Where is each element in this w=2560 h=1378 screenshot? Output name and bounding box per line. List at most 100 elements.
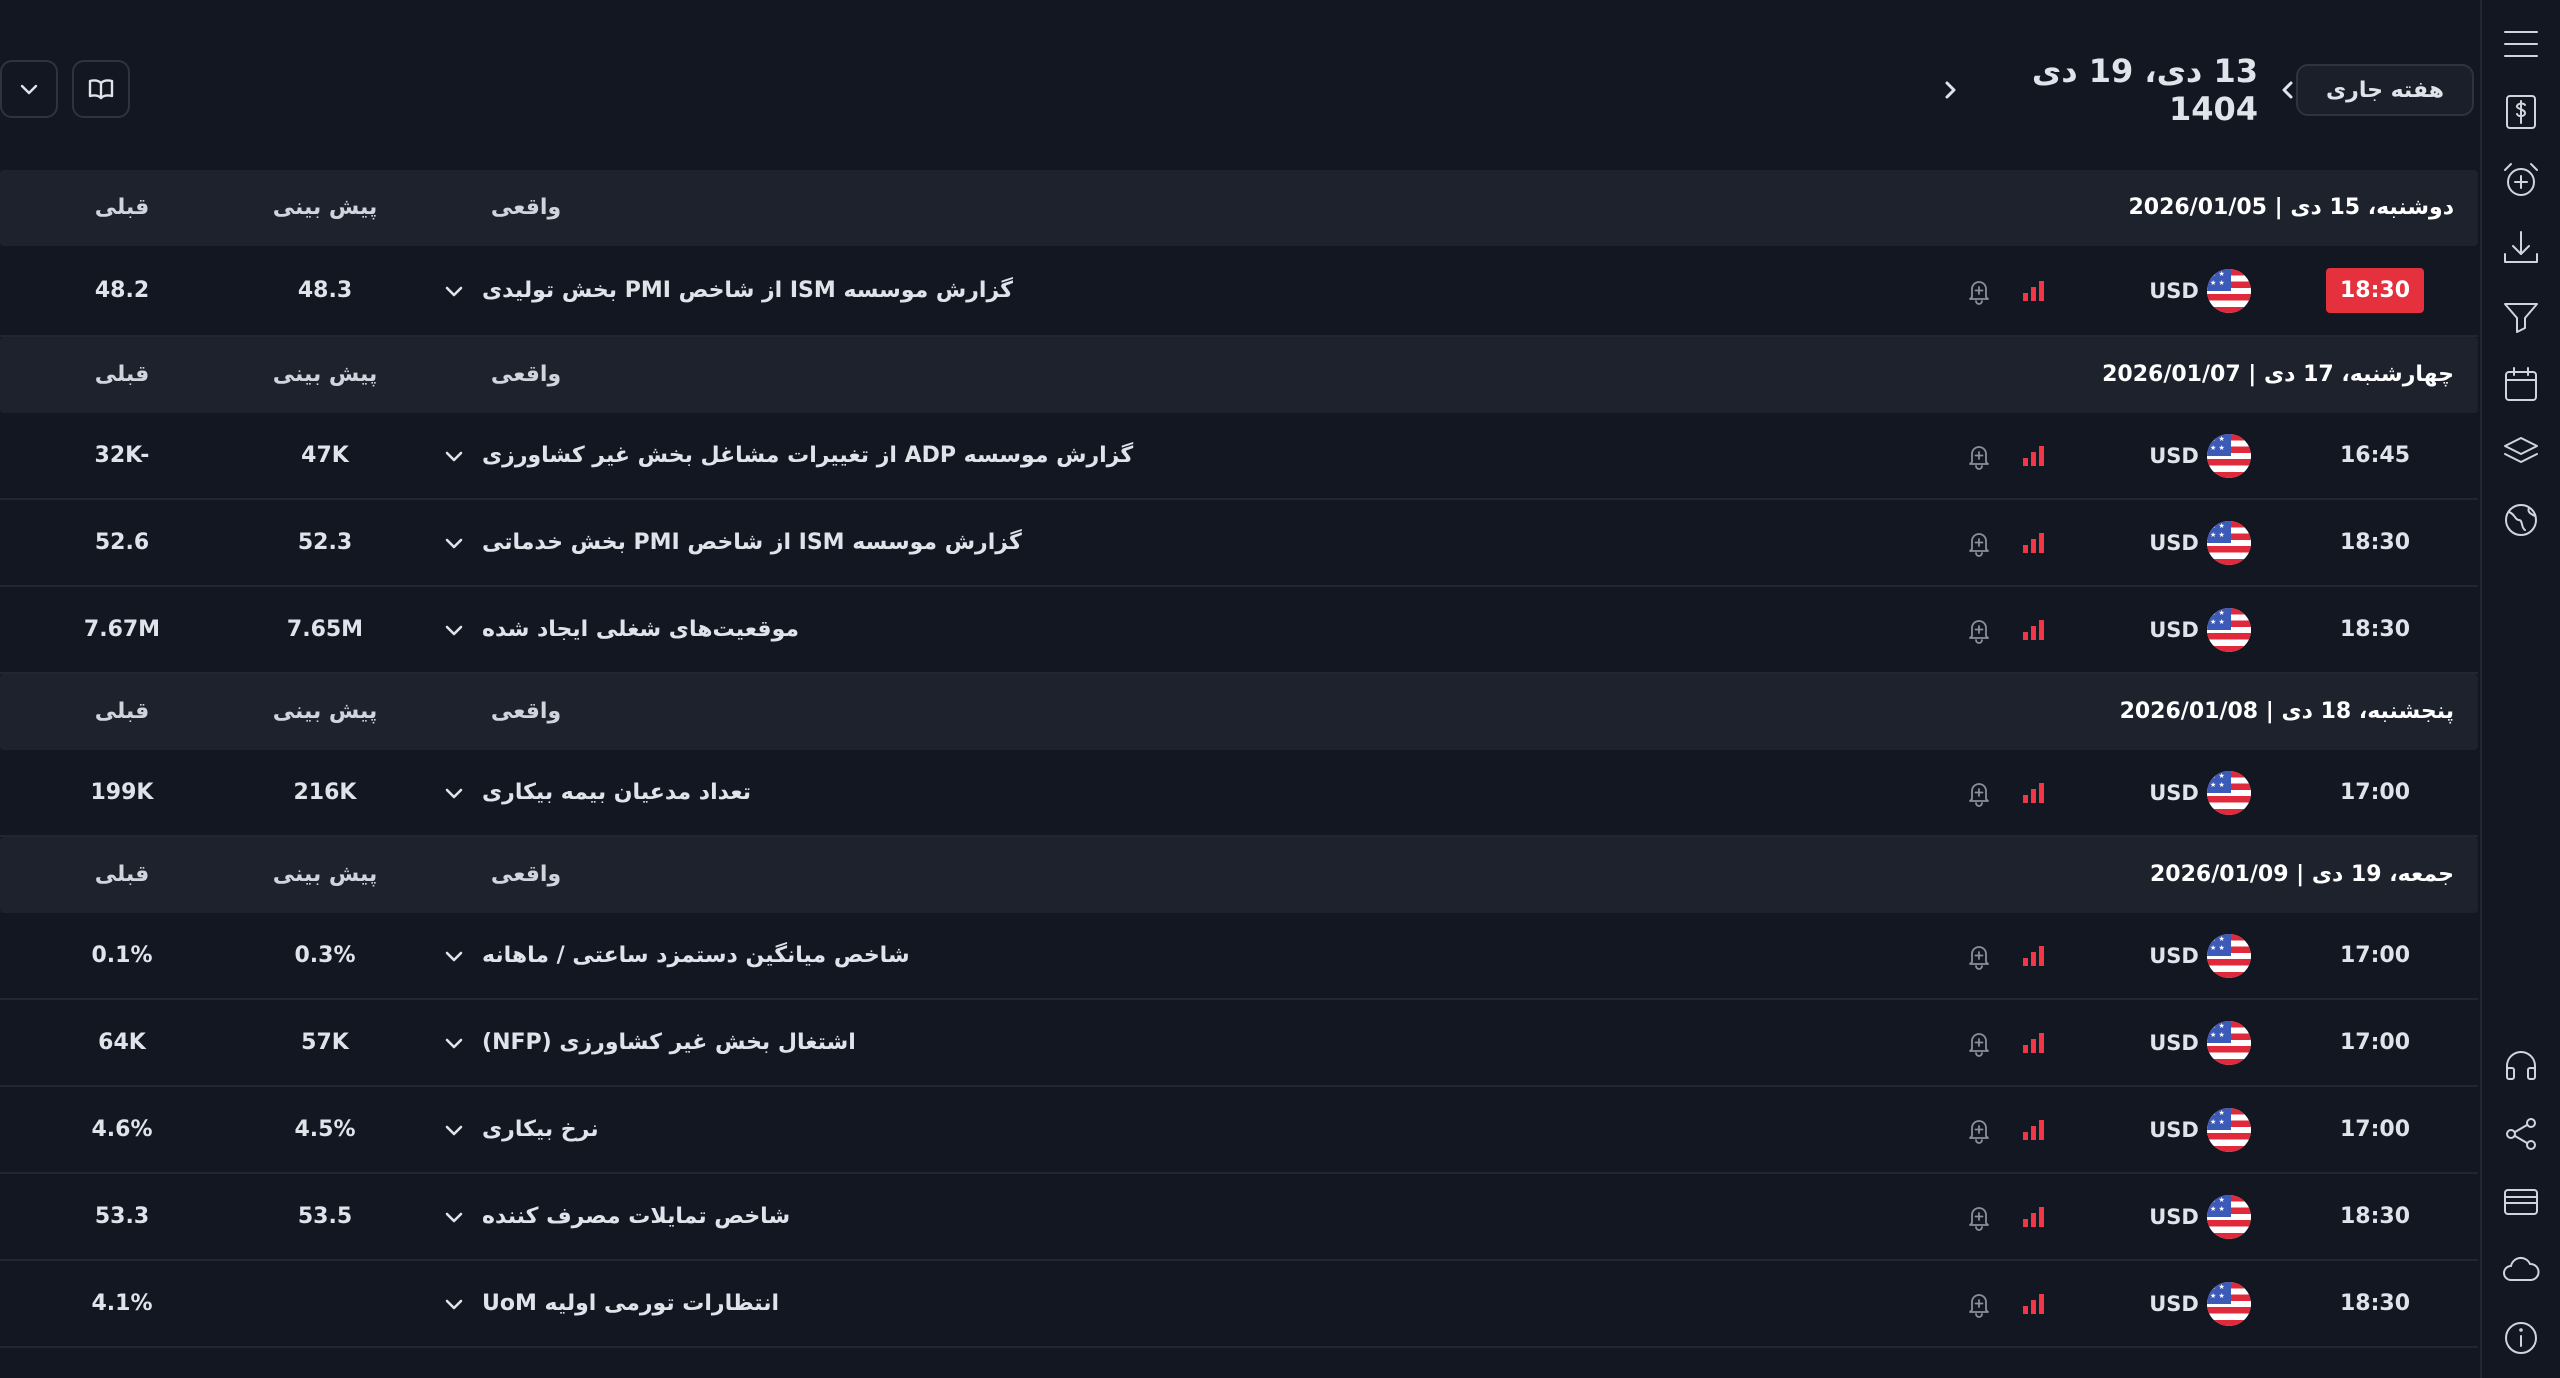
column-header-actual: واقعی	[490, 699, 562, 724]
guide-button[interactable]	[72, 60, 130, 118]
forecast-value: 57K	[301, 1030, 349, 1055]
event-name-cell[interactable]: موقعیت‌های شغلی ایجاد شده	[440, 587, 1940, 672]
us-flag-icon	[2206, 750, 2252, 835]
download-icon[interactable]	[2493, 220, 2549, 276]
event-time: 17:00	[2339, 943, 2411, 968]
column-header-actual: واقعی	[490, 195, 562, 220]
event-name-cell[interactable]: شاخص تمایلات مصرف کننده	[440, 1174, 1940, 1259]
chevron-down-icon[interactable]	[440, 779, 468, 807]
event-time: 18:30	[2339, 1291, 2411, 1316]
us-flag-icon	[2206, 1174, 2252, 1259]
chevron-down-icon[interactable]	[440, 1029, 468, 1057]
bell-add-icon[interactable]	[1962, 500, 1996, 585]
actual-value	[466, 1087, 586, 1172]
chevron-down-icon[interactable]	[440, 1290, 468, 1318]
chevron-down-icon[interactable]	[440, 442, 468, 470]
previous-value: 4.6%	[91, 1117, 153, 1142]
bell-add-icon[interactable]	[1962, 913, 1996, 998]
cloud-icon[interactable]	[2493, 1242, 2549, 1298]
event-time: 17:00	[2339, 1117, 2411, 1142]
share-icon[interactable]	[2493, 1106, 2549, 1162]
day-title: پنجشنبه، 18 دی | 2026/01/08	[2119, 699, 2454, 724]
event-row[interactable]: 16:45 USD گزارش موسسه ADP از تغییرات مشاغل…	[0, 413, 2478, 500]
column-header-previous: قبلی	[94, 195, 150, 220]
importance-bars-icon	[2020, 500, 2046, 585]
forecast-value: 52.3	[297, 530, 353, 555]
us-flag-icon	[2206, 587, 2252, 672]
chevron-down-icon[interactable]	[440, 616, 468, 644]
event-row[interactable]: 18:30 USD انتظارات تورمی اولیه UoM 4.1%	[0, 1261, 2478, 1348]
event-time: 17:00	[2339, 1030, 2411, 1055]
event-row[interactable]: 18:30 USD گزارش موسسه ISM از شاخص PMI بخش …	[0, 500, 2478, 587]
chevron-down-icon[interactable]	[440, 277, 468, 305]
event-row[interactable]: 18:30 USD شاخص تمایلات مصرف کننده 53.5 53.3	[0, 1174, 2478, 1261]
event-name-cell[interactable]: انتظارات تورمی اولیه UoM	[440, 1261, 1940, 1346]
event-time: 18:30	[2339, 617, 2411, 642]
event-time: 17:00	[2339, 780, 2411, 805]
bell-add-icon[interactable]	[1962, 1174, 1996, 1259]
event-name-cell[interactable]: شاخص میانگین دستمزد ساعتی / ماهانه	[440, 913, 1940, 998]
actual-value	[466, 913, 586, 998]
event-row[interactable]: 17:00 USD شاخص میانگین دستمزد ساعتی / ماها…	[0, 913, 2478, 1000]
event-row[interactable]: 18:30 USD موقعیت‌های شغلی ایجاد شده 7.65M 7.…	[0, 587, 2478, 674]
book-icon	[88, 79, 114, 100]
chevron-down-icon[interactable]	[440, 529, 468, 557]
forecast-value	[260, 1261, 390, 1346]
day-title: چهارشنبه، 17 دی | 2026/01/07	[2102, 362, 2454, 387]
event-time-cell: 18:30	[2310, 500, 2440, 585]
event-time: 18:30	[2339, 1204, 2411, 1229]
event-row[interactable]: 17:00 USD نرخ بیکاری 4.5% 4.6%	[0, 1087, 2478, 1174]
us-flag-icon	[2206, 1261, 2252, 1346]
event-name-cell[interactable]: گزارش موسسه ISM از شاخص PMI بخش خدماتی	[440, 500, 1940, 585]
layers-icon[interactable]	[2493, 424, 2549, 480]
actual-value	[466, 1174, 586, 1259]
previous-value: 64K	[98, 1030, 146, 1055]
bell-add-icon[interactable]	[1962, 1261, 1996, 1346]
importance-bars-icon	[2020, 587, 2046, 672]
day-header: پنجشنبه، 18 دی | 2026/01/08 واقعی پیش بینی…	[0, 674, 2478, 750]
dropdown-button[interactable]	[0, 60, 58, 118]
event-name-cell[interactable]: نرخ بیکاری	[440, 1087, 1940, 1172]
calendar-icon[interactable]	[2493, 356, 2549, 412]
column-header-previous: قبلی	[94, 362, 150, 387]
current-week-button[interactable]: هفته جاری	[2295, 64, 2474, 116]
currency-code: USD	[2149, 943, 2199, 968]
event-row[interactable]: 17:00 USD تعداد مدعیان بیمه بیکاری 216K 199K	[0, 750, 2478, 837]
calendar-main: 13 دی، 19 دی 1404 هفته جاری دوشنبه، 15 د…	[0, 0, 2478, 1378]
right-sidebar	[2480, 0, 2560, 1378]
event-row[interactable]: 17:00 USD اشتغال بخش غیر کشاورزی (NFP) 57K 6…	[0, 1000, 2478, 1087]
currency-code: USD	[2149, 1204, 2199, 1229]
bell-add-icon[interactable]	[1962, 246, 1996, 335]
event-name-cell[interactable]: تعداد مدعیان بیمه بیکاری	[440, 750, 1940, 835]
previous-value: 199K	[90, 780, 154, 805]
event-row[interactable]: 18:30 USD گزارش موسسه ISM از شاخص PMI بخش …	[0, 246, 2478, 337]
menu-icon[interactable]	[2493, 16, 2549, 72]
event-name-cell[interactable]: اشتغال بخش غیر کشاورزی (NFP)	[440, 1000, 1940, 1085]
column-header-forecast: پیش بینی	[272, 195, 378, 220]
globe-icon[interactable]	[2493, 492, 2549, 548]
previous-value: 32K-	[94, 443, 150, 468]
currency-code: USD	[2149, 443, 2199, 468]
filter-icon[interactable]	[2493, 288, 2549, 344]
chevron-down-icon[interactable]	[440, 942, 468, 970]
event-name-cell[interactable]: گزارش موسسه ISM از شاخص PMI بخش تولیدی	[440, 246, 1940, 335]
column-header-actual: واقعی	[490, 862, 562, 887]
bell-add-icon[interactable]	[1962, 750, 1996, 835]
bell-add-icon[interactable]	[1962, 1000, 1996, 1085]
card-icon[interactable]	[2493, 1174, 2549, 1230]
bell-add-icon[interactable]	[1962, 413, 1996, 498]
chevron-down-icon[interactable]	[440, 1116, 468, 1144]
actual-value	[466, 413, 586, 498]
event-name-cell[interactable]: گزارش موسسه ADP از تغییرات مشاغل بخش غیر…	[440, 413, 1940, 498]
bell-add-icon[interactable]	[1962, 587, 1996, 672]
alarm-add-icon[interactable]	[2493, 152, 2549, 208]
us-flag-icon	[2206, 500, 2252, 585]
date-range-title: 13 دی، 19 دی 1404	[2031, 52, 2258, 128]
bell-add-icon[interactable]	[1962, 1087, 1996, 1172]
chevron-down-icon[interactable]	[440, 1203, 468, 1231]
info-icon[interactable]	[2493, 1310, 2549, 1366]
event-time: 16:45	[2339, 443, 2411, 468]
headset-icon[interactable]	[2493, 1038, 2549, 1094]
day-header: دوشنبه، 15 دی | 2026/01/05 واقعی پیش بینی ق…	[0, 170, 2478, 246]
dollar-icon[interactable]	[2493, 84, 2549, 140]
